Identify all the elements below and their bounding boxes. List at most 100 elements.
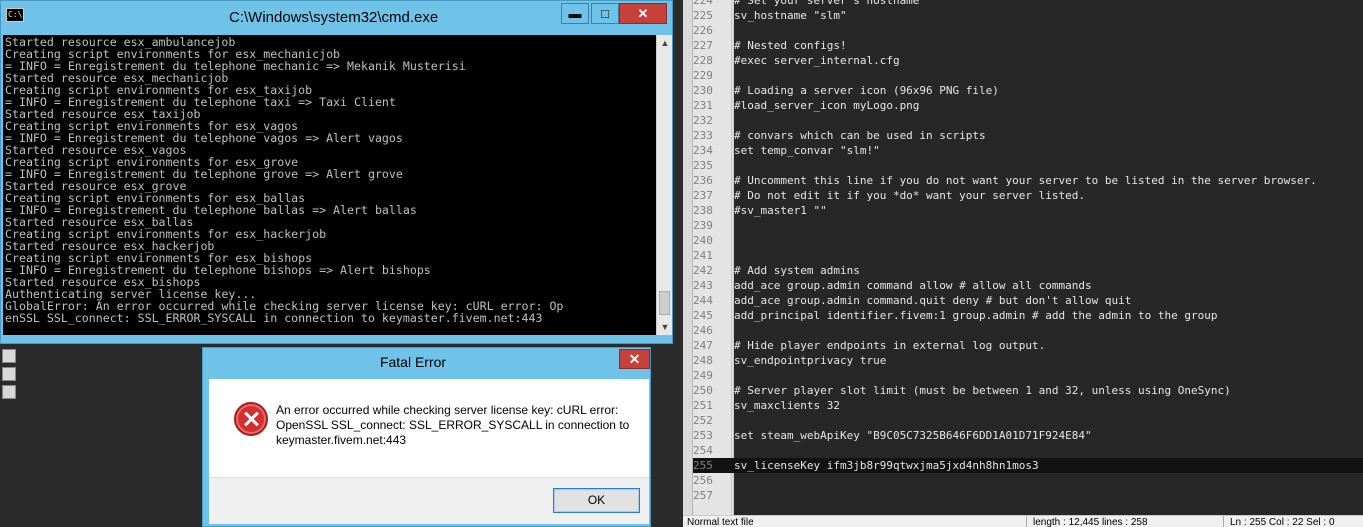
- editor-line[interactable]: 227 # Nested configs!: [693, 38, 1363, 53]
- line-number: 246: [693, 324, 713, 337]
- line-number: 247: [693, 339, 713, 352]
- line-number: 227: [693, 39, 713, 52]
- error-icon: [234, 402, 268, 436]
- line-number: 254: [693, 444, 713, 457]
- scroll-up-arrow-icon[interactable]: ▲: [657, 35, 673, 51]
- editor-line[interactable]: 236 # Uncomment this line if you do not w…: [693, 173, 1363, 188]
- dialog-footer: OK: [209, 477, 649, 524]
- editor-line[interactable]: 238 #sv_master1 "": [693, 203, 1363, 218]
- line-text[interactable]: #sv_master1 "": [734, 203, 827, 218]
- line-text[interactable]: #load_server_icon myLogo.png: [734, 98, 919, 113]
- editor-line[interactable]: 233 # convars which can be used in script…: [693, 128, 1363, 143]
- editor-line[interactable]: 251 sv_maxclients 32: [693, 398, 1363, 413]
- line-text[interactable]: add_principal identifier.fivem:1 group.a…: [734, 308, 1217, 323]
- line-number: 249: [693, 369, 713, 382]
- line-text[interactable]: add_ace group.admin command allow # allo…: [734, 278, 1092, 293]
- editor-line[interactable]: 250 # Server player slot limit (must be b…: [693, 383, 1363, 398]
- line-text[interactable]: # Loading a server icon (96x96 PNG file): [734, 83, 999, 98]
- status-position: Ln : 255 Col : 22 Sel : 0: [1230, 517, 1335, 527]
- editor-line[interactable]: 235: [693, 158, 1363, 173]
- minimize-button[interactable]: ▬: [561, 3, 589, 24]
- line-number: 232: [693, 114, 713, 127]
- ok-button[interactable]: OK: [553, 488, 640, 513]
- line-text[interactable]: sv_hostname "slm": [734, 8, 847, 23]
- maximize-button[interactable]: □: [591, 3, 619, 24]
- line-text[interactable]: sv_maxclients 32: [734, 398, 840, 413]
- line-text[interactable]: # Set your server's hostname: [734, 0, 919, 8]
- close-button[interactable]: ✕: [619, 3, 667, 24]
- line-text[interactable]: add_ace group.admin command.quit deny # …: [734, 293, 1131, 308]
- editor-line[interactable]: 230 # Loading a server icon (96x96 PNG fi…: [693, 83, 1363, 98]
- editor-line[interactable]: 231 #load_server_icon myLogo.png: [693, 98, 1363, 113]
- editor-line[interactable]: 242 # Add system admins: [693, 263, 1363, 278]
- line-text[interactable]: # convars which can be used in scripts: [734, 128, 986, 143]
- line-number: 253: [693, 429, 713, 442]
- editor-line[interactable]: 254: [693, 443, 1363, 458]
- line-number: 255: [693, 459, 713, 472]
- dialog-close-button[interactable]: ✕: [619, 349, 650, 369]
- editor-line[interactable]: 234 set temp_convar "slm!": [693, 143, 1363, 158]
- editor-line[interactable]: 229: [693, 68, 1363, 83]
- line-text[interactable]: # Server player slot limit (must be betw…: [734, 383, 1231, 398]
- line-number: 256: [693, 474, 713, 487]
- line-text[interactable]: sv_endpointprivacy true: [734, 353, 886, 368]
- desktop-shortcut-icon[interactable]: [2, 385, 16, 399]
- editor-line[interactable]: 226: [693, 23, 1363, 38]
- line-number: 248: [693, 354, 713, 367]
- editor-line[interactable]: 240: [693, 233, 1363, 248]
- desktop-shortcut-icon[interactable]: [2, 367, 16, 381]
- editor-line[interactable]: 243 add_ace group.admin command allow # a…: [693, 278, 1363, 293]
- cmd-titlebar[interactable]: C:\ C:\Windows\system32\cmd.exe ▬ □ ✕: [1, 1, 672, 35]
- status-separator: [1026, 516, 1027, 527]
- line-text[interactable]: # Do not edit it if you *do* want your s…: [734, 188, 1085, 203]
- scrollbar-thumb[interactable]: [659, 291, 670, 315]
- line-text[interactable]: set steam_webApiKey "B9C05C7325B646F6DD1…: [734, 428, 1092, 443]
- line-number: 257: [693, 489, 713, 502]
- editor-line[interactable]: 224 # Set your server's hostname: [693, 0, 1363, 8]
- editor-line[interactable]: 256: [693, 473, 1363, 488]
- editor-side-panel: [683, 0, 693, 527]
- console-scrollbar[interactable]: ▲ ▼: [656, 35, 672, 335]
- text-editor-window[interactable]: 224 # Set your server's hostname 225 sv_hos…: [683, 0, 1363, 527]
- scroll-down-arrow-icon[interactable]: ▼: [657, 319, 673, 335]
- line-text[interactable]: # Uncomment this line if you do not want…: [734, 173, 1317, 188]
- editor-line[interactable]: 247 # Hide player endpoints in external l…: [693, 338, 1363, 353]
- editor-line[interactable]: 255 sv_licenseKey ifm3jb8r99qtwxjma5jxd4n…: [693, 458, 1363, 473]
- editor-line[interactable]: 253 set steam_webApiKey "B9C05C7325B646F6…: [693, 428, 1363, 443]
- line-number: 236: [693, 174, 713, 187]
- status-bar: Normal text file length : 12,445 lines :…: [683, 515, 1363, 527]
- editor-line[interactable]: 228 #exec server_internal.cfg: [693, 53, 1363, 68]
- line-text[interactable]: #exec server_internal.cfg: [734, 53, 900, 68]
- editor-line[interactable]: 245 add_principal identifier.fivem:1 grou…: [693, 308, 1363, 323]
- editor-line[interactable]: 248 sv_endpointprivacy true: [693, 353, 1363, 368]
- console-output[interactable]: Started resource esx_ambulancejob Creatin…: [3, 35, 656, 335]
- line-text[interactable]: # Nested configs!: [734, 38, 847, 53]
- editor-line[interactable]: 244 add_ace group.admin command.quit deny…: [693, 293, 1363, 308]
- line-number: 233: [693, 129, 713, 142]
- line-text[interactable]: sv_licenseKey ifm3jb8r99qtwxjma5jxd4nh8h…: [734, 458, 1039, 473]
- line-text[interactable]: # Hide player endpoints in external log …: [734, 338, 1045, 353]
- desktop-icon-strip: [0, 345, 18, 425]
- editor-line[interactable]: 241: [693, 248, 1363, 263]
- line-number: 235: [693, 159, 713, 172]
- editor-line[interactable]: 239: [693, 218, 1363, 233]
- line-text[interactable]: set temp_convar "slm!": [734, 143, 880, 158]
- line-text[interactable]: # Add system admins: [734, 263, 860, 278]
- editor-line[interactable]: 225 sv_hostname "slm": [693, 8, 1363, 23]
- line-number: 238: [693, 204, 713, 217]
- fatal-error-dialog[interactable]: Fatal Error ✕ An error occurred while ch…: [202, 347, 651, 527]
- cmd-app-icon[interactable]: C:\: [6, 8, 24, 22]
- editor-line[interactable]: 246: [693, 323, 1363, 338]
- code-area[interactable]: 224 # Set your server's hostname 225 sv_hos…: [693, 0, 1363, 515]
- editor-line[interactable]: 237 # Do not edit it if you *do* want you…: [693, 188, 1363, 203]
- editor-line[interactable]: 249: [693, 368, 1363, 383]
- desktop-shortcut-icon[interactable]: [2, 349, 16, 363]
- editor-line[interactable]: 232: [693, 113, 1363, 128]
- editor-line[interactable]: 257: [693, 488, 1363, 503]
- line-number: 226: [693, 24, 713, 37]
- line-number: 229: [693, 69, 713, 82]
- cmd-window[interactable]: C:\ C:\Windows\system32\cmd.exe ▬ □ ✕ St…: [0, 0, 673, 344]
- line-number: 228: [693, 54, 713, 67]
- editor-line[interactable]: 252: [693, 413, 1363, 428]
- dialog-body: An error occurred while checking server …: [209, 379, 649, 524]
